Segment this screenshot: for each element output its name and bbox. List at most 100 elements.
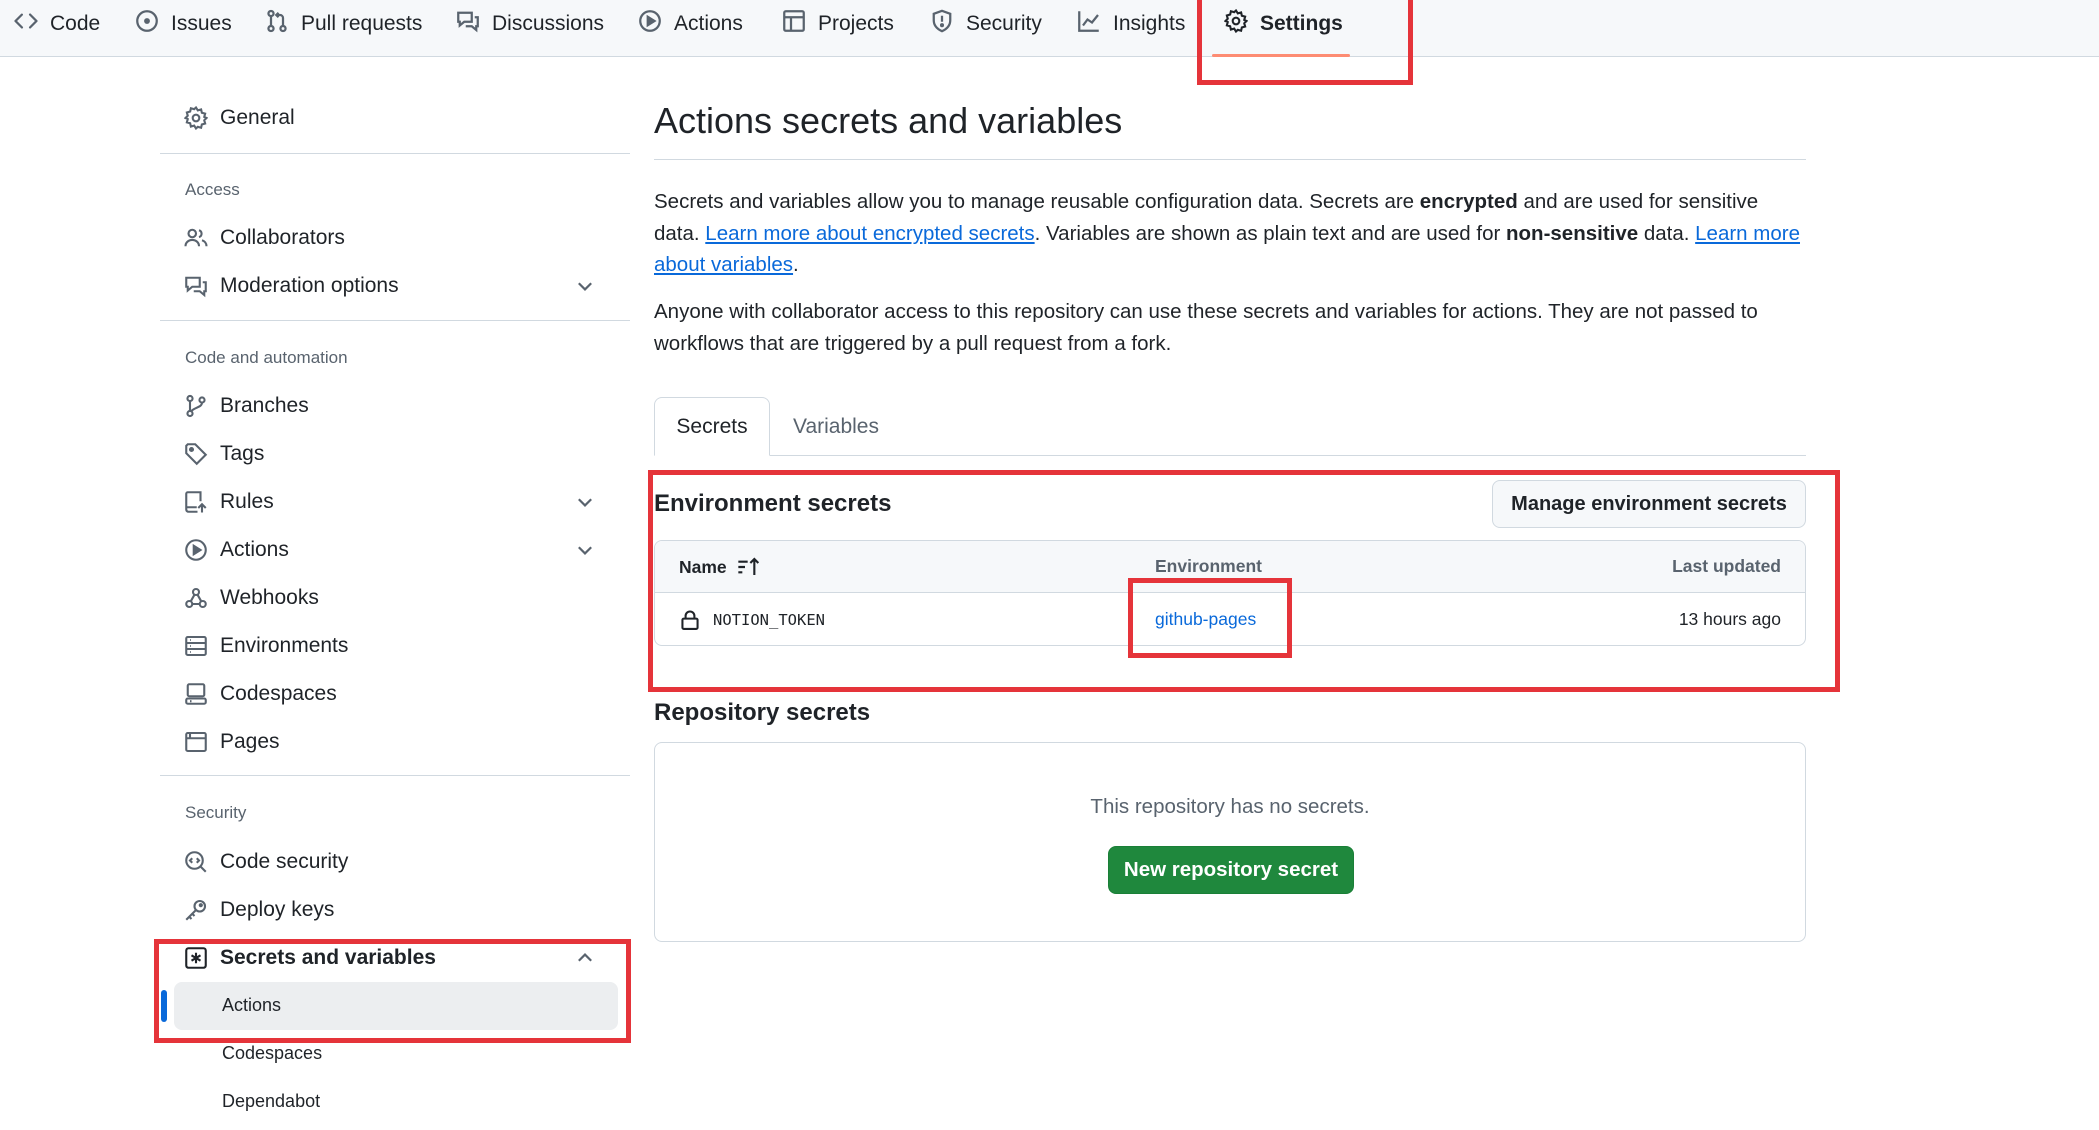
sidebar-item-label: Moderation options (220, 274, 399, 297)
sidebar-item-general[interactable]: General (160, 96, 620, 140)
play-icon (184, 538, 220, 562)
browser-icon (184, 730, 220, 754)
sidebar-item-branches[interactable]: Branches (160, 384, 620, 428)
column-header-last-updated: Last updated (1672, 556, 1781, 576)
comment-discussion-icon (456, 9, 492, 39)
webhook-icon (184, 586, 220, 610)
new-repository-secret-button[interactable]: New repository secret (1108, 846, 1354, 894)
sidebar-item-label: Rules (220, 490, 274, 513)
sidebar-item-pages[interactable]: Pages (160, 720, 620, 764)
tab-code-label: Code (50, 12, 101, 35)
selected-tab-underline (1212, 54, 1350, 57)
repo-nav: Code Issues Pull requests Discussions Ac… (0, 0, 2099, 57)
tab-pull-requests[interactable]: Pull requests (265, 8, 422, 40)
sidebar-item-environments[interactable]: Environments (160, 624, 620, 668)
sort-ascending-icon[interactable] (737, 556, 761, 578)
tab-discussions-label: Discussions (492, 12, 605, 35)
repository-secrets-title: Repository secrets (654, 699, 871, 726)
tab-pull-requests-label: Pull requests (301, 12, 423, 35)
sidebar-item-label: General (220, 106, 295, 129)
shield-icon (930, 9, 966, 39)
environment-secrets-title: Environment secrets (654, 490, 892, 517)
empty-state-text: This repository has no secrets. (1090, 795, 1370, 818)
tag-icon (184, 442, 220, 466)
sidebar-item-label: Code security (220, 850, 349, 873)
code-icon (14, 9, 50, 39)
sidebar-divider (160, 775, 630, 776)
key-asterisk-icon (184, 946, 220, 970)
tab-security-label: Security (966, 12, 1042, 35)
sidebar-item-deploy-keys[interactable]: Deploy keys (160, 888, 620, 932)
sidebar-divider (160, 153, 630, 154)
environment-secrets-table: Name Environment Last updated NOTION_TOK… (654, 540, 1806, 646)
sidebar-item-tags[interactable]: Tags (160, 432, 620, 476)
lock-icon (681, 610, 699, 630)
sidebar-item-rules[interactable]: Rules (160, 480, 620, 524)
tab-actions-label: Actions (674, 12, 743, 35)
tab-security[interactable]: Security (930, 8, 1042, 40)
secret-name: NOTION_TOKEN (713, 611, 825, 629)
tab-variables[interactable]: Variables (780, 397, 892, 456)
environment-link[interactable]: github-pages (1155, 609, 1256, 630)
sidebar-item-codespaces[interactable]: Codespaces (160, 672, 620, 716)
git-branch-icon (184, 394, 220, 418)
tab-settings[interactable]: Settings (1223, 8, 1343, 40)
play-icon (638, 9, 674, 39)
column-header-environment: Environment (1155, 556, 1262, 576)
sidebar-item-label: Branches (220, 394, 309, 417)
tab-projects[interactable]: Projects (782, 8, 894, 40)
tab-issues[interactable]: Issues (135, 8, 232, 40)
sidebar-divider (160, 320, 630, 321)
sidebar-subitem-codespaces[interactable]: Codespaces (222, 1043, 322, 1064)
server-icon (184, 634, 220, 658)
sidebar-item-secrets-and-variables[interactable]: Secrets and variables (160, 936, 620, 980)
chevron-down-icon[interactable] (574, 491, 596, 513)
table-icon (782, 9, 818, 39)
repository-secrets-empty-state: This repository has no secrets. New repo… (654, 742, 1806, 942)
people-icon (184, 226, 220, 250)
intro-paragraph: Secrets and variables allow you to manag… (654, 190, 1800, 276)
sidebar-item-code-security[interactable]: Code security (160, 840, 620, 884)
chevron-down-icon[interactable] (574, 539, 596, 561)
column-name-label: Name (679, 556, 727, 577)
sidebar-item-collaborators[interactable]: Collaborators (160, 216, 620, 260)
sidebar-item-moderation-options[interactable]: Moderation options (160, 264, 620, 308)
tab-issues-label: Issues (171, 12, 232, 35)
title-divider (654, 159, 1806, 160)
codespaces-icon (184, 682, 220, 706)
graph-icon (1077, 9, 1113, 39)
tab-secrets[interactable]: Secrets (654, 397, 770, 456)
key-icon (184, 898, 220, 922)
manage-environment-secrets-button[interactable]: Manage environment secrets (1492, 480, 1806, 528)
sidebar-item-label: Environments (220, 634, 349, 657)
tab-code[interactable]: Code (14, 8, 100, 40)
tab-insights-label: Insights (1113, 12, 1186, 35)
sidebar-item-actions[interactable]: Actions (160, 528, 620, 572)
sidebar-heading-security: Security (185, 803, 247, 822)
tab-settings-label: Settings (1260, 12, 1343, 35)
secret-name-cell: NOTION_TOKEN (679, 609, 825, 631)
sidebar-subitem-dependabot[interactable]: Dependabot (222, 1091, 320, 1112)
sidebar-item-label: Tags (220, 442, 265, 465)
sidebar-subitem-actions[interactable]: Actions (222, 995, 281, 1016)
column-header-name[interactable]: Name (679, 556, 761, 578)
sidebar-item-label: Collaborators (220, 226, 345, 249)
tab-actions[interactable]: Actions (638, 8, 743, 40)
issue-opened-icon (135, 9, 171, 39)
sidebar-heading-code-automation: Code and automation (185, 348, 348, 367)
learn-more-secrets-link[interactable]: Learn more about encrypted secrets (705, 222, 1034, 245)
sidebar-item-label: Actions (220, 538, 289, 561)
repo-push-icon (184, 490, 220, 514)
git-pull-request-icon (265, 9, 301, 39)
sidebar-item-webhooks[interactable]: Webhooks (160, 576, 620, 620)
page-title: Actions secrets and variables (654, 100, 1123, 141)
comment-discussion-icon (184, 274, 220, 298)
sidebar-heading-access: Access (185, 180, 240, 199)
tab-discussions[interactable]: Discussions (456, 8, 604, 40)
tab-projects-label: Projects (818, 12, 894, 35)
chevron-up-icon[interactable] (574, 947, 596, 969)
sidebar-item-label: Pages (220, 730, 280, 753)
sidebar-active-indicator (161, 990, 167, 1022)
chevron-down-icon[interactable] (574, 275, 596, 297)
tab-insights[interactable]: Insights (1077, 8, 1185, 40)
